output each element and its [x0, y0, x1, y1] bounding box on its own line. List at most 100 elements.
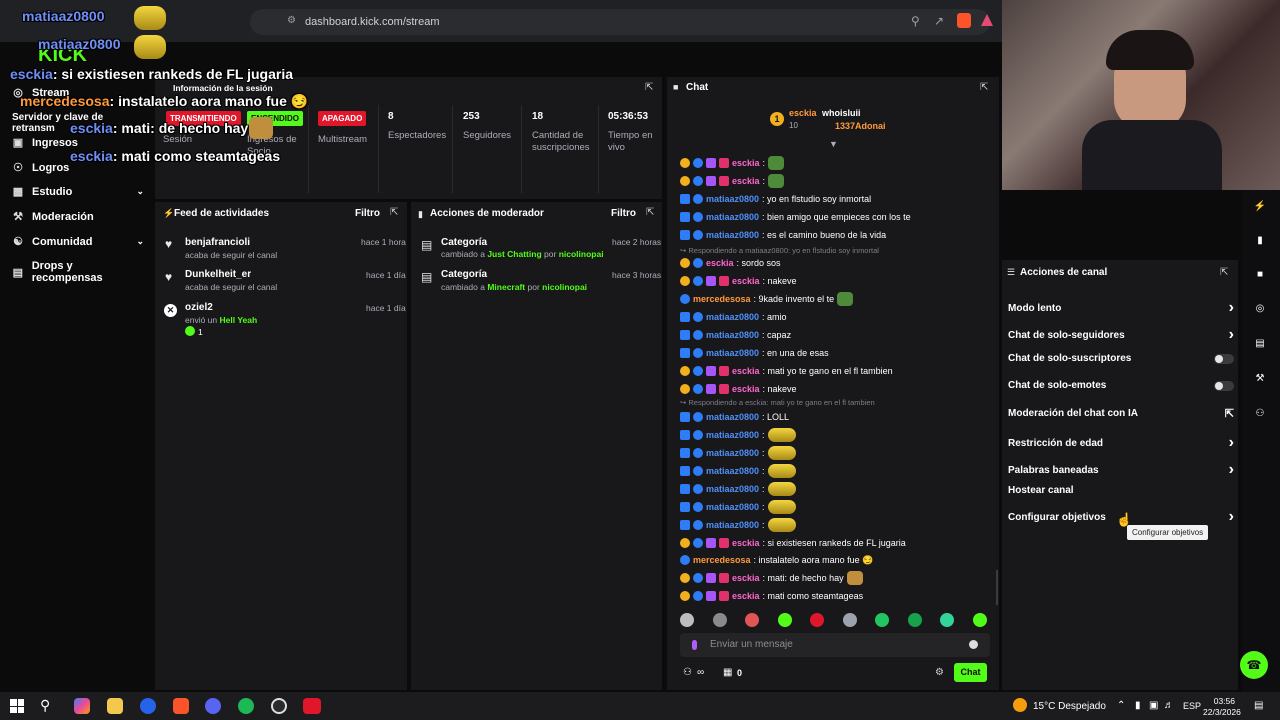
- popout-icon[interactable]: ⇱: [1220, 267, 1228, 278]
- sidebar-item-moderation[interactable]: ⚒ Moderación: [12, 210, 144, 224]
- volume-icon[interactable]: ♬: [1164, 700, 1174, 711]
- mod-item-category[interactable]: Just Chatting: [487, 249, 541, 259]
- chat-username[interactable]: esckia: [732, 176, 760, 186]
- channel-action-item[interactable]: Chat de solo-emotes: [1008, 380, 1234, 391]
- sidebar-item-community[interactable]: ☯ Comunidad ⌄: [12, 235, 144, 249]
- video-app-icon[interactable]: [303, 698, 321, 714]
- weather-text[interactable]: 15°C Despejado: [1033, 701, 1106, 712]
- toggle-switch[interactable]: [1214, 380, 1234, 391]
- chat-username[interactable]: matiaaz0800: [706, 330, 759, 340]
- clock-date[interactable]: 22/3/2026: [1203, 707, 1241, 717]
- store-icon[interactable]: ▦: [723, 667, 732, 678]
- mod-item-mod[interactable]: nicolinopai: [559, 249, 604, 259]
- tray-chevron-icon[interactable]: ⌃: [1117, 700, 1125, 711]
- chat-username[interactable]: matiaaz0800: [706, 448, 759, 458]
- chat-reply-context[interactable]: ↪ Respondiendo a esckia: mati yo te gano…: [680, 398, 875, 407]
- edge-icon[interactable]: [140, 698, 156, 714]
- zoom-icon[interactable]: ⚲: [911, 14, 920, 28]
- popout-icon[interactable]: ⇱: [646, 207, 654, 218]
- chat-username[interactable]: esckia: [732, 538, 760, 548]
- chat-username[interactable]: esckia: [732, 276, 760, 286]
- chat-scrollbar[interactable]: [996, 570, 998, 605]
- feed-item-name[interactable]: Dunkelheit_er: [185, 269, 251, 280]
- clock-time[interactable]: 03:56: [1213, 696, 1235, 706]
- chat-username[interactable]: esckia: [732, 573, 760, 583]
- rail-info-icon[interactable]: ▤: [1250, 333, 1270, 353]
- chat-username[interactable]: matiaaz0800: [706, 412, 759, 422]
- chat-username[interactable]: esckia: [706, 258, 734, 268]
- rewards-icon[interactable]: [981, 14, 993, 26]
- mod-filter-button[interactable]: Filtro: [611, 208, 636, 219]
- chat-username[interactable]: matiaaz0800: [706, 484, 759, 494]
- quick-emote[interactable]: [680, 613, 694, 627]
- brave-icon[interactable]: [173, 698, 189, 714]
- rail-chat-icon[interactable]: ■: [1250, 264, 1270, 284]
- rail-wrench-icon[interactable]: ⚒: [1250, 368, 1270, 388]
- chat-username[interactable]: esckia: [732, 591, 760, 601]
- file-explorer-icon[interactable]: [107, 698, 123, 714]
- site-info-icon[interactable]: ⚙: [287, 15, 296, 26]
- quick-emote[interactable]: [972, 613, 987, 627]
- rail-apps-icon[interactable]: ⚇: [1250, 403, 1270, 423]
- share-icon[interactable]: ↗: [934, 14, 944, 28]
- pinned-user[interactable]: 1337Adonai: [835, 121, 886, 131]
- feed-item-name[interactable]: oziel2: [185, 302, 213, 313]
- chat-reply-context[interactable]: ↪ Respondiendo a matiaaz0800: yo en flst…: [680, 246, 879, 255]
- notifications-icon[interactable]: ▤: [1254, 700, 1263, 711]
- emoji-icon[interactable]: [969, 640, 978, 649]
- people-icon[interactable]: ⚇: [683, 667, 692, 678]
- send-chat-button[interactable]: Chat: [954, 663, 987, 682]
- chat-username[interactable]: matiaaz0800: [706, 520, 759, 530]
- mod-item-category[interactable]: Minecraft: [487, 282, 525, 292]
- activity-filter-button[interactable]: Filtro: [355, 208, 380, 219]
- copilot-icon[interactable]: [74, 698, 90, 714]
- quick-emote[interactable]: [745, 613, 759, 627]
- mic-tray-icon[interactable]: ▮: [1135, 700, 1141, 711]
- sidebar-item-drops[interactable]: ▤ Drops y recompensas: [12, 260, 144, 284]
- language-indicator[interactable]: ESP: [1183, 701, 1201, 711]
- rail-lightning-icon[interactable]: ⚡: [1250, 196, 1270, 216]
- quick-emote[interactable]: [777, 613, 792, 627]
- url-text[interactable]: dashboard.kick.com/stream: [305, 16, 440, 28]
- chat-username[interactable]: esckia: [732, 384, 760, 394]
- chat-username[interactable]: mercedesosa: [693, 294, 751, 304]
- brave-shield-icon[interactable]: [957, 13, 971, 28]
- channel-action-item[interactable]: Hostear canal: [1008, 485, 1234, 496]
- popout-icon[interactable]: ⇱: [645, 82, 653, 93]
- mod-item-mod[interactable]: nicolinopai: [542, 282, 587, 292]
- channel-action-item[interactable]: Chat de solo-seguidores ›: [1008, 326, 1234, 344]
- obs-icon[interactable]: [271, 698, 287, 714]
- settings-gear-icon[interactable]: ⚙: [935, 667, 944, 678]
- chat-username[interactable]: matiaaz0800: [706, 466, 759, 476]
- chat-username[interactable]: matiaaz0800: [706, 348, 759, 358]
- quick-emote[interactable]: [940, 613, 954, 627]
- chat-username[interactable]: esckia: [732, 158, 760, 168]
- channel-action-item[interactable]: Palabras baneadas ›: [1008, 461, 1234, 479]
- quick-emote[interactable]: [875, 613, 889, 627]
- quick-emote[interactable]: [712, 613, 727, 627]
- rail-shield-icon[interactable]: ▮: [1250, 230, 1270, 250]
- pinned-user[interactable]: whoisluii: [822, 108, 861, 118]
- chat-username[interactable]: mercedesosa: [693, 555, 751, 565]
- chat-username[interactable]: esckia: [732, 366, 760, 376]
- chat-username[interactable]: matiaaz0800: [706, 430, 759, 440]
- chat-username[interactable]: matiaaz0800: [706, 212, 759, 222]
- channel-action-item[interactable]: Modo lento ›: [1008, 299, 1234, 317]
- pinned-user[interactable]: esckia: [789, 108, 817, 118]
- search-icon[interactable]: ⚲: [40, 697, 50, 714]
- popout-icon[interactable]: ⇱: [980, 82, 988, 93]
- rail-broadcast-icon[interactable]: ◎: [1250, 298, 1270, 318]
- quick-emote[interactable]: [842, 613, 857, 627]
- quick-emote[interactable]: [907, 613, 922, 627]
- sidebar-item-studio[interactable]: ▩ Estudio ⌄: [12, 185, 144, 199]
- start-icon[interactable]: [10, 699, 24, 713]
- chat-username[interactable]: matiaaz0800: [706, 312, 759, 322]
- network-icon[interactable]: ▣: [1149, 700, 1158, 711]
- chat-username[interactable]: matiaaz0800: [706, 502, 759, 512]
- help-headset-icon[interactable]: ☎: [1240, 651, 1268, 679]
- spotify-icon[interactable]: [238, 698, 254, 714]
- quick-emote[interactable]: [810, 613, 824, 627]
- chat-username[interactable]: matiaaz0800: [706, 230, 759, 240]
- mic-icon[interactable]: [692, 640, 697, 650]
- toggle-switch[interactable]: [1214, 353, 1234, 364]
